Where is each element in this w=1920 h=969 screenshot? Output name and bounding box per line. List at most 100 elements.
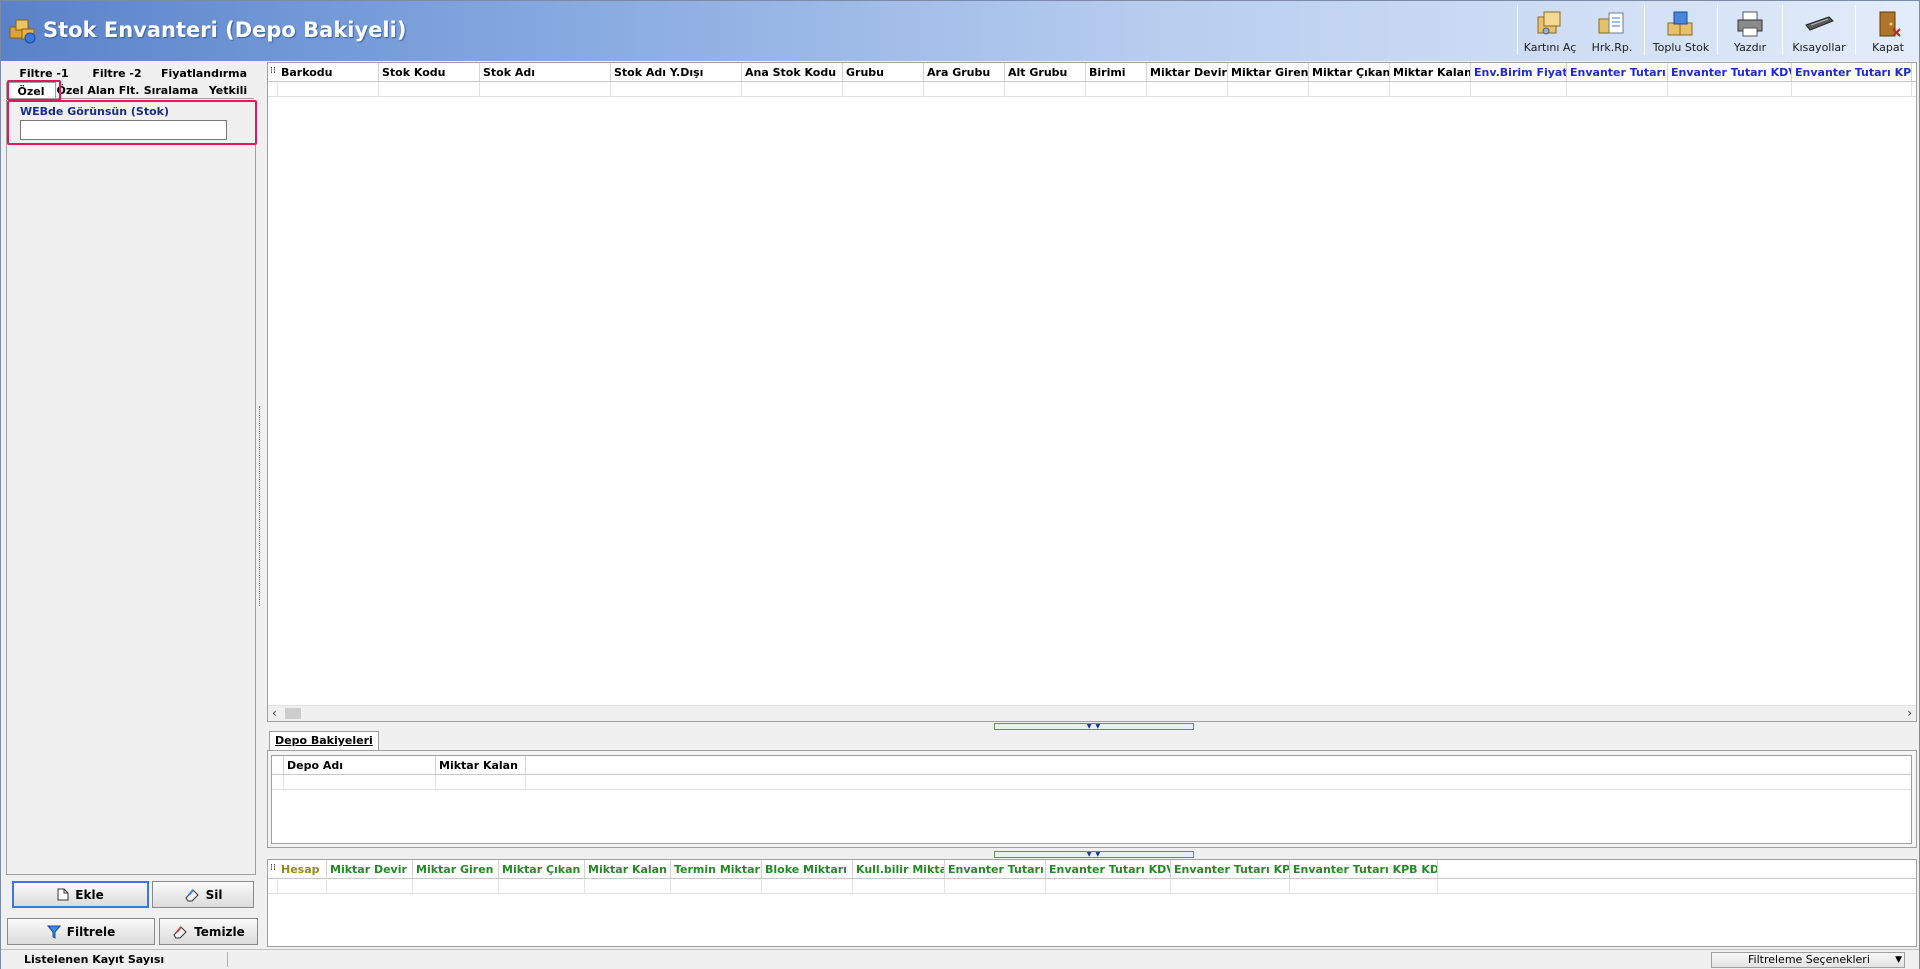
table-cell[interactable]	[945, 879, 1046, 894]
table-cell[interactable]	[1228, 82, 1309, 97]
tab-ozel-alan-flt[interactable]: Özel Alan Flt.	[56, 82, 140, 98]
funnel-icon	[46, 925, 61, 939]
vertical-splitter[interactable]	[259, 406, 265, 606]
table-cell[interactable]	[379, 82, 480, 97]
tab-depo-bakiyeleri[interactable]: Depo Bakiyeleri	[269, 731, 379, 750]
table-cell[interactable]	[1290, 879, 1438, 894]
stock-grid-column-header[interactable]: Miktar Çıkan	[1309, 63, 1390, 81]
stock-grid-column-header[interactable]: Birimi	[1086, 63, 1147, 81]
table-cell[interactable]	[1171, 879, 1290, 894]
account-grid-column-header[interactable]: Miktar Kalan	[585, 860, 671, 878]
table-row[interactable]	[272, 775, 1911, 790]
table-cell[interactable]	[284, 775, 436, 790]
toolbar: Kartını Aç Hrk.Rp. Toplu Stok Yazdır Kıs…	[1516, 5, 1919, 57]
stock-grid-column-header[interactable]: Alt Grubu	[1005, 63, 1086, 81]
table-cell[interactable]	[843, 82, 924, 97]
column-chooser-grip-icon[interactable]: ⁞⁞	[268, 63, 278, 81]
account-grid-column-header[interactable]: Envanter Tutarı KDVli	[1046, 860, 1171, 878]
scroll-right-icon[interactable]: ›	[1907, 706, 1912, 721]
account-grid-column-header[interactable]: Bloke Miktarı	[762, 860, 853, 878]
stock-grid-column-header[interactable]: Env.Birim Fiyatı	[1471, 63, 1567, 81]
bulk-stock-label: Toplu Stok	[1652, 41, 1710, 54]
open-card-button[interactable]: Kartını Aç	[1519, 5, 1581, 57]
table-cell[interactable]	[1792, 82, 1912, 97]
stock-grid-column-header[interactable]: Stok Kodu	[379, 63, 480, 81]
account-grid-column-header[interactable]: Miktar Giren	[413, 860, 499, 878]
table-cell[interactable]	[1390, 82, 1471, 97]
account-grid-column-header[interactable]: Miktar Çıkan	[499, 860, 585, 878]
clear-button[interactable]: Temizle	[159, 918, 258, 945]
filter-options-select[interactable]: Filtreleme Seçenekleri ▼	[1711, 952, 1905, 968]
table-cell[interactable]	[278, 879, 327, 894]
table-cell[interactable]	[1668, 82, 1792, 97]
table-cell[interactable]	[611, 82, 742, 97]
shortcuts-button[interactable]: Kısayollar	[1784, 5, 1854, 57]
print-button[interactable]: Yazdır	[1719, 5, 1781, 57]
horizontal-scrollbar[interactable]: ‹ ›	[268, 705, 1916, 721]
account-grid-column-header[interactable]: Envanter Tutarı KPB	[1171, 860, 1290, 878]
tab-siralama[interactable]: Sıralama	[140, 82, 202, 98]
scroll-left-icon[interactable]: ‹	[272, 706, 277, 721]
stock-grid-column-header[interactable]: Ara Grubu	[924, 63, 1005, 81]
table-cell[interactable]	[1471, 82, 1567, 97]
clear-button-label: Temizle	[194, 924, 245, 939]
table-cell[interactable]	[1005, 82, 1086, 97]
stock-grid-column-header[interactable]: Ana Stok Kodu	[742, 63, 843, 81]
horizontal-splitter[interactable]: ▼ ▼	[994, 723, 1194, 730]
table-cell[interactable]	[585, 879, 671, 894]
account-grid-column-header[interactable]: Hesap	[278, 860, 327, 878]
stock-grid-column-header[interactable]: Miktar Giren	[1228, 63, 1309, 81]
table-cell[interactable]	[1309, 82, 1390, 97]
delete-button[interactable]: Sil	[152, 881, 254, 908]
table-cell[interactable]	[413, 879, 499, 894]
stock-grid-column-header[interactable]: Envanter Tutarı	[1567, 63, 1668, 81]
table-cell[interactable]	[742, 82, 843, 97]
table-cell[interactable]	[762, 879, 853, 894]
column-header-depo-adi[interactable]: Depo Adı	[284, 756, 436, 774]
column-header-miktar-kalan[interactable]: Miktar Kalan	[436, 756, 526, 774]
stock-grid-column-header[interactable]: Barkodu	[278, 63, 379, 81]
table-cell[interactable]	[436, 775, 526, 790]
table-row[interactable]	[268, 879, 1916, 894]
print-label: Yazdır	[1733, 41, 1767, 54]
table-cell[interactable]	[1567, 82, 1668, 97]
stock-grid-column-header[interactable]: Grubu	[843, 63, 924, 81]
table-cell[interactable]	[924, 82, 1005, 97]
table-cell[interactable]	[499, 879, 585, 894]
horizontal-splitter[interactable]: ▼ ▼	[994, 851, 1194, 858]
table-cell[interactable]	[671, 879, 762, 894]
bulk-stock-button[interactable]: Toplu Stok	[1646, 5, 1716, 57]
stock-grid-column-header[interactable]: Miktar Kalan	[1390, 63, 1471, 81]
table-cell[interactable]	[327, 879, 413, 894]
table-row[interactable]	[268, 82, 1916, 97]
account-grid-column-header[interactable]: Kull.bilir Miktar	[853, 860, 945, 878]
tab-fiyatlandirma[interactable]: Fiyatlandırma	[152, 65, 256, 82]
account-grid-column-header[interactable]: Miktar Devir	[327, 860, 413, 878]
tab-filtre-2[interactable]: Filtre -2	[82, 65, 152, 82]
table-cell[interactable]	[1046, 879, 1171, 894]
table-cell[interactable]	[1086, 82, 1147, 97]
toolbar-separator	[1855, 5, 1856, 55]
movement-report-button[interactable]: Hrk.Rp.	[1581, 5, 1643, 57]
table-cell[interactable]	[480, 82, 611, 97]
stock-grid-column-header[interactable]: Envanter Tutarı KPB	[1792, 63, 1912, 81]
table-cell[interactable]	[1147, 82, 1228, 97]
close-button[interactable]: Kapat	[1857, 5, 1919, 57]
tab-yetkili[interactable]: Yetkili	[202, 82, 254, 98]
account-grid-column-header[interactable]: Envanter Tutarı KPB KDVli	[1290, 860, 1438, 878]
scrollbar-thumb[interactable]	[285, 708, 301, 719]
stock-grid-column-header[interactable]: Stok Adı	[480, 63, 611, 81]
add-button[interactable]: Ekle	[12, 881, 149, 908]
account-grid-column-header[interactable]: Termin Miktarı	[671, 860, 762, 878]
stock-grid-header: ⁞⁞ Barkodu Stok Kodu Stok Adı Stok Adı Y.Dış…	[268, 63, 1916, 82]
table-cell[interactable]	[853, 879, 945, 894]
table-cell[interactable]	[278, 82, 379, 97]
stock-grid-column-header[interactable]: Envanter Tutarı KDVli	[1668, 63, 1792, 81]
stock-grid-column-header[interactable]: Miktar Devir	[1147, 63, 1228, 81]
web-visible-input[interactable]	[20, 120, 227, 140]
column-chooser-grip-icon[interactable]: ⁞⁞	[268, 860, 278, 878]
account-grid-column-header[interactable]: Envanter Tutarı	[945, 860, 1046, 878]
row-indicator	[272, 775, 284, 790]
stock-grid-column-header[interactable]: Stok Adı Y.Dışı	[611, 63, 742, 81]
filter-button[interactable]: Filtrele	[7, 918, 155, 945]
